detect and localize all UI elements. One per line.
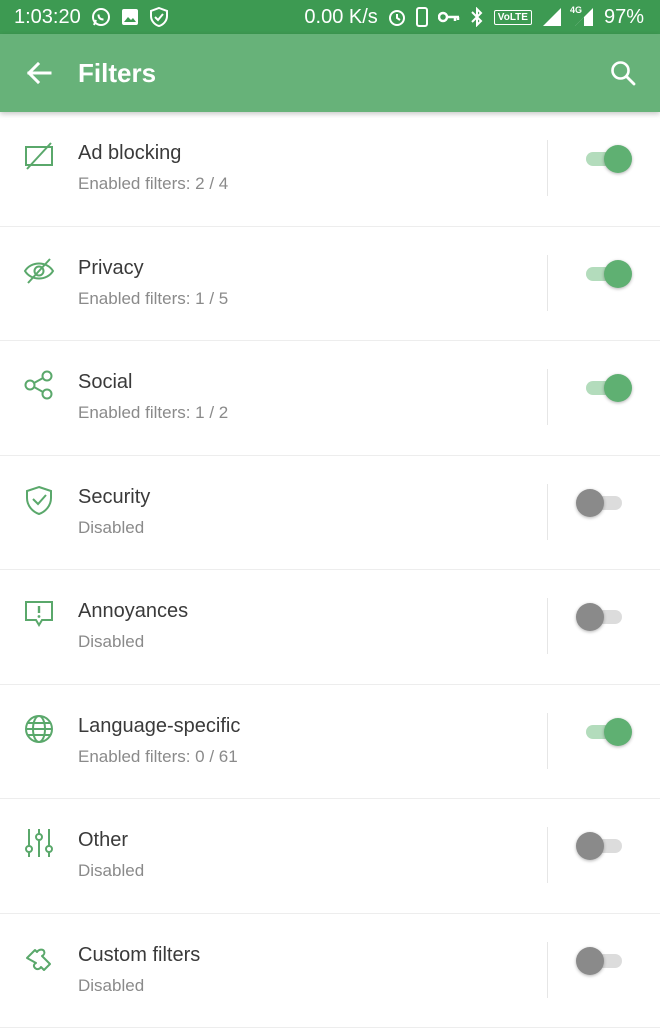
back-arrow-icon[interactable]: [22, 56, 56, 90]
search-icon[interactable]: [606, 56, 640, 90]
row-divider: [547, 827, 548, 883]
app-bar: Filters: [0, 34, 660, 112]
filter-row-security[interactable]: Security Disabled: [0, 456, 660, 571]
filter-subtitle: Disabled: [78, 976, 144, 996]
filter-subtitle: Disabled: [78, 632, 144, 652]
vpn-key-icon: [438, 10, 460, 24]
whatsapp-icon: [91, 7, 111, 27]
ad-blocking-icon: [22, 139, 56, 173]
filter-title: Custom filters: [78, 944, 200, 967]
filter-subtitle: Enabled filters: 0 / 61: [78, 747, 238, 767]
status-time: 1:03:20: [14, 6, 81, 29]
filter-subtitle: Disabled: [78, 518, 144, 538]
filter-title: Language-specific: [78, 715, 240, 738]
gallery-icon: [121, 8, 139, 26]
row-divider: [547, 598, 548, 654]
filter-subtitle: Enabled filters: 1 / 2: [78, 403, 228, 423]
row-divider: [547, 140, 548, 196]
filter-row-language-specific[interactable]: Language-specific Enabled filters: 0 / 6…: [0, 685, 660, 800]
filter-list: Ad blocking Enabled filters: 2 / 4 Priva…: [0, 112, 660, 1028]
language-specific-toggle[interactable]: [574, 715, 636, 749]
filter-row-annoyances[interactable]: Annoyances Disabled: [0, 570, 660, 685]
globe-icon: [22, 712, 56, 746]
filter-title: Ad blocking: [78, 142, 181, 165]
sliders-icon: [22, 826, 56, 860]
volte-badge: VoLTE: [494, 10, 532, 25]
security-shield-icon: [22, 483, 56, 517]
annoyances-icon: [22, 597, 56, 631]
filter-title: Annoyances: [78, 600, 188, 623]
security-toggle[interactable]: [574, 486, 636, 520]
network-speed: 0.00 K/s: [304, 6, 377, 29]
status-bar: 1:03:20 0.00 K/s VoLTE 4G: [0, 0, 660, 34]
privacy-toggle[interactable]: [574, 257, 636, 291]
ad-blocking-toggle[interactable]: [574, 142, 636, 176]
row-divider: [547, 942, 548, 998]
filter-row-social[interactable]: Social Enabled filters: 1 / 2: [0, 341, 660, 456]
puzzle-icon: [22, 941, 56, 975]
row-divider: [547, 484, 548, 540]
bluetooth-icon: [470, 7, 484, 27]
signal-4g-icon: 4G: [572, 7, 594, 27]
other-toggle[interactable]: [574, 829, 636, 863]
annoyances-toggle[interactable]: [574, 600, 636, 634]
filter-subtitle: Disabled: [78, 861, 144, 881]
signal-icon: [542, 7, 562, 27]
alarm-icon: [388, 8, 406, 26]
filter-subtitle: Enabled filters: 1 / 5: [78, 289, 228, 309]
page-title: Filters: [78, 58, 156, 89]
filter-subtitle: Enabled filters: 2 / 4: [78, 174, 228, 194]
filter-row-ad-blocking[interactable]: Ad blocking Enabled filters: 2 / 4: [0, 112, 660, 227]
social-icon: [22, 368, 56, 402]
filter-title: Privacy: [78, 257, 144, 280]
custom-filters-toggle[interactable]: [574, 944, 636, 978]
filter-row-custom-filters[interactable]: Custom filters Disabled: [0, 914, 660, 1028]
shield-check-icon: [149, 7, 169, 27]
row-divider: [547, 713, 548, 769]
row-divider: [547, 255, 548, 311]
filter-title: Security: [78, 486, 150, 509]
privacy-icon: [22, 254, 56, 288]
filter-row-other[interactable]: Other Disabled: [0, 799, 660, 914]
phone-icon: [416, 7, 428, 27]
row-divider: [547, 369, 548, 425]
filter-row-privacy[interactable]: Privacy Enabled filters: 1 / 5: [0, 227, 660, 342]
battery-level: 97%: [604, 6, 644, 29]
social-toggle[interactable]: [574, 371, 636, 405]
network-type: 4G: [570, 5, 582, 15]
filter-title: Social: [78, 371, 132, 394]
filter-title: Other: [78, 829, 128, 852]
